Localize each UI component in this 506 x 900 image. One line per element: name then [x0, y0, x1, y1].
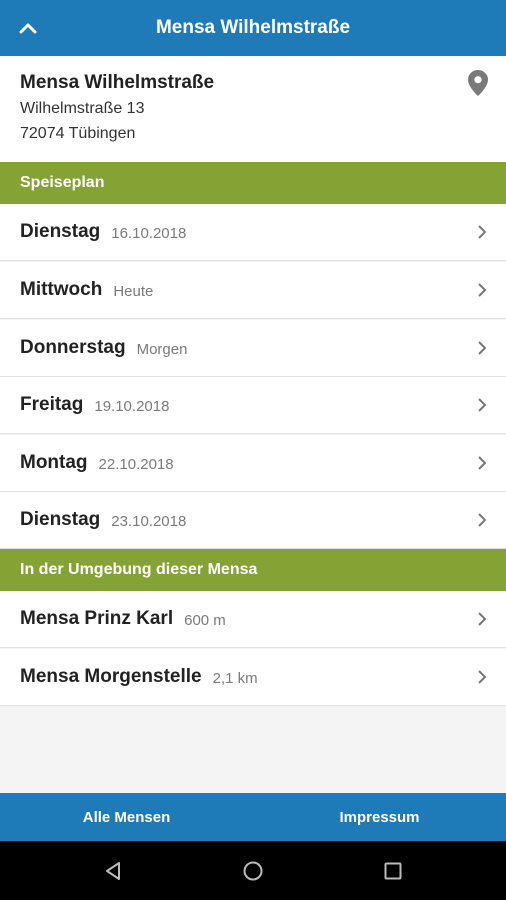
impressum-button[interactable]: Impressum: [253, 793, 506, 841]
day-row[interactable]: Donnerstag Morgen: [0, 320, 506, 377]
chevron-up-icon[interactable]: [14, 14, 42, 42]
day-date: Morgen: [136, 340, 188, 358]
chevron-right-icon: [478, 341, 487, 355]
nearby-mensa-name: Mensa Morgenstelle: [20, 666, 202, 687]
day-row[interactable]: Dienstag 16.10.2018: [0, 204, 506, 261]
chevron-right-icon: [478, 513, 487, 527]
chevron-right-icon: [478, 225, 487, 239]
day-date: 23.10.2018: [111, 512, 187, 530]
day-date: 16.10.2018: [111, 224, 187, 242]
day-row[interactable]: Montag 22.10.2018: [0, 435, 506, 492]
top-app-bar: Mensa Wilhelmstraße: [0, 0, 506, 56]
recent-apps-square-icon[interactable]: [381, 859, 405, 883]
nearby-mensa-name: Mensa Prinz Karl: [20, 608, 174, 629]
mensa-name: Mensa Wilhelmstraße: [20, 72, 215, 93]
app-screen: Mensa Wilhelmstraße Mensa Wilhelmstraße …: [0, 0, 506, 900]
all-mensen-button[interactable]: Alle Mensen: [0, 793, 253, 841]
section-header-nearby: In der Umgebung dieser Mensa: [0, 549, 506, 591]
day-date: 22.10.2018: [98, 455, 174, 473]
day-row[interactable]: Freitag 19.10.2018: [0, 377, 506, 434]
day-name: Dienstag: [20, 509, 101, 530]
mensa-street: Wilhelmstraße 13: [20, 100, 145, 117]
day-name: Freitag: [20, 394, 84, 415]
section-header-speiseplan: Speiseplan: [0, 162, 506, 204]
mensa-info-card: Mensa Wilhelmstraße Wilhelmstraße 13 720…: [0, 56, 506, 162]
bottom-action-bar: Alle Mensen Impressum: [0, 793, 506, 841]
back-triangle-icon[interactable]: [101, 859, 125, 883]
day-row[interactable]: Dienstag 23.10.2018: [0, 492, 506, 549]
day-name: Mittwoch: [20, 279, 103, 300]
day-date: Heute: [113, 282, 154, 300]
day-name: Donnerstag: [20, 337, 126, 358]
chevron-right-icon: [478, 670, 487, 684]
mensa-city: 72074 Tübingen: [20, 125, 136, 142]
page-title: Mensa Wilhelmstraße: [155, 17, 351, 38]
nearby-mensa-row[interactable]: Mensa Morgenstelle 2,1 km: [0, 649, 506, 706]
nearby-mensa-row[interactable]: Mensa Prinz Karl 600 m: [0, 591, 506, 648]
nearby-mensa-distance: 600 m: [184, 611, 226, 629]
day-date: 19.10.2018: [94, 397, 170, 415]
day-name: Dienstag: [20, 221, 101, 242]
chevron-right-icon: [478, 283, 487, 297]
home-circle-icon[interactable]: [241, 859, 265, 883]
day-name: Montag: [20, 452, 88, 473]
chevron-right-icon: [478, 612, 487, 626]
chevron-right-icon: [478, 398, 487, 412]
day-row[interactable]: Mittwoch Heute: [0, 262, 506, 319]
nearby-mensa-distance: 2,1 km: [212, 669, 258, 687]
system-navigation-bar: [0, 841, 506, 900]
chevron-right-icon: [478, 456, 487, 470]
location-pin-icon[interactable]: [468, 70, 492, 98]
